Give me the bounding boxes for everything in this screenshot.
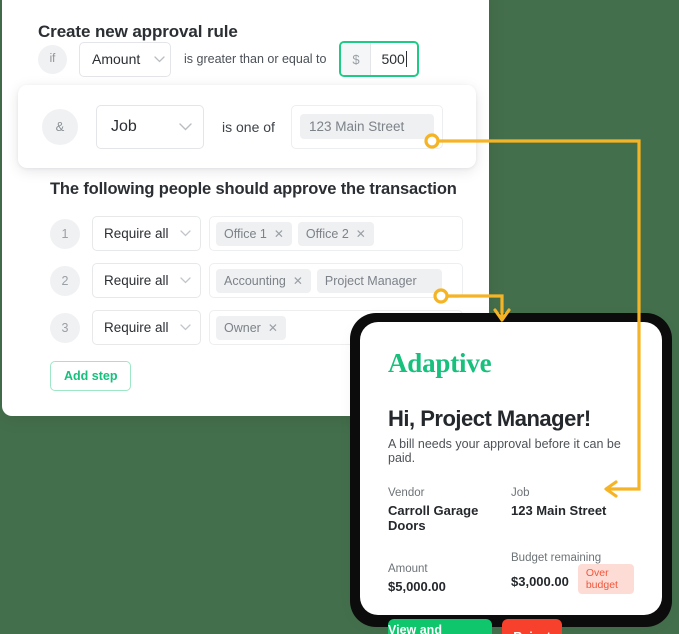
vendor-field: Vendor Carroll Garage Doors: [388, 487, 511, 533]
job-tag-value: 123 Main Street: [299, 114, 434, 139]
field-select-job-label: Job: [111, 117, 137, 135]
condition-prefix-if: if: [38, 44, 67, 74]
detail-row-primary: Vendor Carroll Garage Doors Job 123 Main…: [388, 487, 634, 533]
amount-value: $5,000.00: [388, 579, 446, 594]
chevron-down-icon: [180, 324, 191, 331]
approver-tag[interactable]: Project Manager ✕: [316, 268, 442, 293]
condition-row-if: if Amount is greater than or equal to $ …: [38, 41, 419, 77]
budget-value-row: $3,000.00 Over budget: [511, 564, 634, 594]
operator-text-and: is one of: [222, 118, 275, 135]
step-approver-tags[interactable]: Office 1 ✕ Office 2 ✕: [209, 216, 463, 251]
add-step-button[interactable]: Add step: [50, 361, 132, 391]
job-label: Job: [511, 487, 530, 499]
chevron-down-icon: [180, 277, 191, 284]
approver-tag-label: Project Manager: [324, 273, 417, 288]
currency-symbol: $: [341, 43, 372, 75]
amount-label: Amount: [388, 563, 428, 575]
step-number: 1: [50, 218, 80, 249]
amount-input-value: 500: [381, 51, 405, 67]
reject-button[interactable]: Reject: [502, 619, 562, 634]
approval-notification-card: Adaptive Hi, Project Manager! A bill nee…: [360, 322, 662, 634]
job-field: Job 123 Main Street: [511, 487, 634, 533]
vendor-value: Carroll Garage Doors: [388, 503, 479, 533]
greeting-text: Hi, Project Manager!: [388, 406, 591, 431]
budget-value: $3,000.00: [511, 573, 569, 589]
status-badge: Over budget: [577, 564, 634, 594]
job-value: 123 Main Street: [511, 503, 607, 518]
field-select-job[interactable]: Job: [96, 104, 204, 149]
condition-prefix-and: &: [42, 108, 78, 145]
close-icon[interactable]: ✕: [293, 274, 303, 288]
approver-tag-label: Office 2: [305, 226, 349, 241]
approver-tag-label: Owner: [224, 320, 261, 335]
chevron-down-icon: [180, 230, 191, 237]
step-number: 3: [50, 312, 80, 343]
approver-tag[interactable]: Office 1 ✕: [216, 221, 292, 246]
approver-tag[interactable]: Owner ✕: [216, 315, 286, 340]
amount-field: Amount $5,000.00: [388, 563, 511, 594]
greeting-subtitle: A bill needs your approval before it can…: [388, 437, 621, 465]
chevron-down-icon: [154, 55, 165, 63]
step-approver-tags[interactable]: Accounting ✕ Project Manager ✕: [209, 263, 463, 298]
text-cursor: [405, 51, 407, 67]
operator-text-if: is greater than or equal to: [184, 52, 327, 66]
step-mode-select[interactable]: Require all: [92, 310, 201, 345]
approval-step-row: 2 Require all Accounting ✕ Project Manag…: [50, 263, 463, 298]
amount-input-value-wrap[interactable]: 500: [371, 43, 416, 75]
budget-field: Budget remaining $3,000.00 Over budget: [511, 552, 634, 594]
notification-actions: View and Approve Reject: [388, 619, 634, 634]
screenshot-stage: Create new approval rule if Amount is gr…: [0, 0, 679, 634]
view-and-approve-button[interactable]: View and Approve: [388, 619, 492, 634]
close-icon[interactable]: ✕: [274, 227, 284, 241]
job-tag-input[interactable]: 123 Main Street: [290, 104, 443, 149]
amount-input[interactable]: $ 500: [339, 41, 419, 77]
approval-step-row: 1 Require all Office 1 ✕ Office 2 ✕: [50, 216, 463, 251]
step-mode-label: Require all: [104, 273, 169, 288]
field-select-amount[interactable]: Amount: [79, 41, 171, 77]
chevron-down-icon: [179, 122, 192, 131]
approver-tag[interactable]: Accounting ✕: [216, 268, 311, 293]
step-mode-label: Require all: [104, 226, 169, 241]
step-mode-label: Require all: [104, 320, 169, 335]
field-select-amount-label: Amount: [92, 51, 141, 67]
approver-tag-label: Office 1: [224, 226, 267, 241]
detail-row-secondary: Amount $5,000.00 Budget remaining $3,000…: [388, 552, 634, 594]
step-mode-select[interactable]: Require all: [92, 263, 201, 298]
condition-row-and-card: & Job is one of 123 Main Street: [18, 85, 476, 168]
step-number: 2: [50, 265, 80, 296]
close-icon[interactable]: ✕: [356, 227, 366, 241]
approver-tag[interactable]: Office 2 ✕: [297, 221, 374, 246]
close-icon[interactable]: ✕: [268, 321, 278, 335]
page-title: Create new approval rule: [38, 22, 238, 41]
brand-logo: Adaptive: [388, 348, 492, 378]
budget-label: Budget remaining: [511, 552, 602, 564]
step-mode-select[interactable]: Require all: [92, 216, 201, 251]
vendor-label: Vendor: [388, 487, 425, 499]
approvers-heading: The following people should approve the …: [50, 180, 457, 198]
approver-tag-label: Accounting: [224, 273, 286, 288]
